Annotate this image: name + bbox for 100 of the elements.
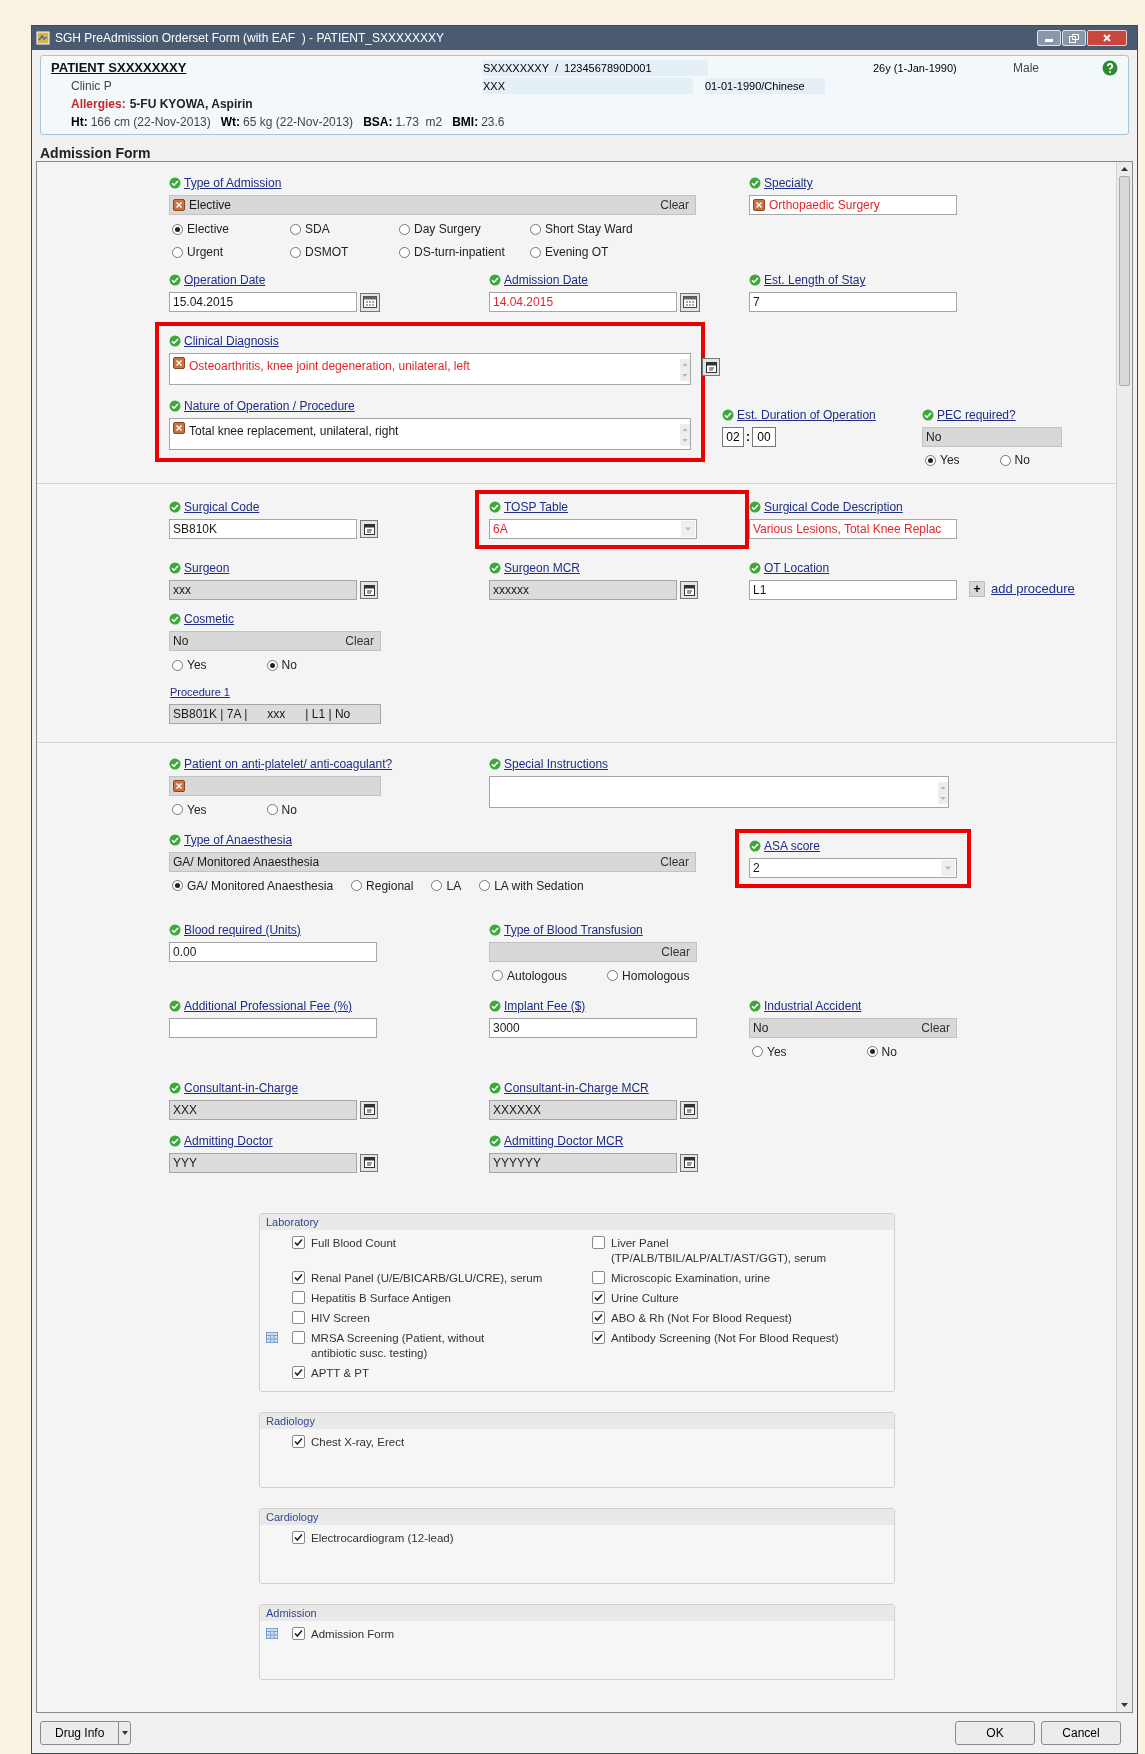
field-label[interactable]: OT Location xyxy=(764,559,830,577)
checkbox-label[interactable]: Renal Panel (U/E/BICARB/GLU/CRE), serum xyxy=(311,1270,543,1286)
clear-button[interactable]: Clear xyxy=(658,942,693,961)
text-area[interactable] xyxy=(489,775,949,808)
table-icon[interactable] xyxy=(266,1332,278,1343)
radio-button[interactable] xyxy=(399,223,410,235)
radio-button[interactable] xyxy=(607,970,619,981)
radio-button[interactable] xyxy=(492,970,503,981)
radio-label[interactable]: Homologous xyxy=(622,966,690,985)
radio-label[interactable]: Yes xyxy=(187,800,207,819)
select-field[interactable]: GA/ Monitored Anaesthesia Clear xyxy=(169,851,696,872)
checkbox-label[interactable]: MRSA Screening (Patient, without antibiotic susc. testing) xyxy=(311,1330,511,1361)
field-label[interactable]: Industrial Accident xyxy=(764,996,862,1015)
select-field[interactable]: No xyxy=(922,427,1062,447)
radio-label[interactable]: Autologous xyxy=(507,966,568,985)
scrollbar-thumb[interactable] xyxy=(1119,176,1130,386)
field-label[interactable]: Type of Anaesthesia xyxy=(184,830,293,849)
field-label[interactable]: Procedure 1 xyxy=(169,684,230,701)
checkbox-label[interactable]: Full Blood Count xyxy=(311,1235,397,1251)
hours-field[interactable]: 02 xyxy=(722,427,744,447)
field-label[interactable]: Admission Date xyxy=(504,271,589,289)
text-field[interactable]: L1 xyxy=(749,580,957,600)
radio-button[interactable] xyxy=(530,223,541,235)
field-label[interactable]: Clinical Diagnosis xyxy=(184,332,279,350)
date-field[interactable]: 14.04.2015 xyxy=(489,292,677,312)
radio-button[interactable] xyxy=(172,804,183,815)
checkbox[interactable] xyxy=(292,1235,305,1249)
field-label[interactable]: Type of Admission xyxy=(184,174,282,192)
add-procedure-link[interactable]: add procedure xyxy=(991,579,1075,599)
radio-label[interactable]: Yes xyxy=(187,656,207,674)
radio-button[interactable] xyxy=(290,223,301,235)
radio-button[interactable] xyxy=(172,659,183,671)
calendar-button[interactable] xyxy=(360,292,380,312)
radio-label[interactable]: GA/ Monitored Anaesthesia xyxy=(187,876,334,895)
radio-button[interactable] xyxy=(172,880,183,891)
checkbox-label[interactable]: Admission Form xyxy=(311,1626,395,1642)
field-label[interactable]: Surgical Code xyxy=(184,498,260,516)
field-label[interactable]: ASA score xyxy=(764,836,821,855)
field-label[interactable]: Est. Duration of Operation xyxy=(737,406,876,424)
field-label[interactable]: Additional Professional Fee (%) xyxy=(184,996,353,1015)
clear-button[interactable]: Clear xyxy=(657,852,692,871)
checkbox[interactable] xyxy=(592,1235,605,1249)
lookup-button[interactable] xyxy=(680,1153,698,1172)
select-field[interactable]: Clear xyxy=(489,941,697,962)
text-field[interactable]: XXX xyxy=(169,1099,357,1120)
lookup-button[interactable] xyxy=(360,1153,378,1172)
maximize-button[interactable] xyxy=(1062,30,1086,46)
checkbox[interactable] xyxy=(292,1365,305,1379)
text-field[interactable]: 3000 xyxy=(489,1017,697,1038)
lookup-button[interactable] xyxy=(360,1100,378,1119)
drug-info-button[interactable]: Drug Info xyxy=(40,1721,132,1745)
table-icon[interactable] xyxy=(266,1628,278,1639)
checkbox-label[interactable]: Antibody Screening (Not For Blood Request) xyxy=(611,1330,839,1346)
text-field[interactable]: 0.00 xyxy=(169,941,377,962)
radio-button[interactable] xyxy=(530,246,541,258)
field-label[interactable]: Surgical Code Description xyxy=(764,498,903,516)
radio-button[interactable] xyxy=(351,880,363,891)
radio-button[interactable] xyxy=(266,804,278,815)
select-field[interactable]: No Clear xyxy=(749,1017,957,1038)
radio-label[interactable]: DSMOT xyxy=(305,243,349,261)
checkbox[interactable] xyxy=(292,1330,305,1344)
field-label[interactable]: Patient on anti-platelet/ anti-coagulant? xyxy=(184,754,393,773)
text-area[interactable]: Osteoarthritis, knee joint degeneration, unilateral, left xyxy=(169,353,691,385)
add-button[interactable]: + xyxy=(969,580,985,597)
radio-label[interactable]: Elective xyxy=(187,220,230,238)
cancel-button[interactable]: Cancel xyxy=(1041,1721,1121,1745)
radio-label[interactable]: SDA xyxy=(305,220,330,238)
text-field[interactable] xyxy=(169,1017,377,1038)
radio-label[interactable]: LA xyxy=(446,876,462,895)
help-icon[interactable] xyxy=(1102,60,1118,76)
checkbox[interactable] xyxy=(292,1626,305,1640)
radio-button[interactable] xyxy=(172,246,183,258)
text-field[interactable]: 7 xyxy=(749,292,957,312)
field-label[interactable]: Type of Blood Transfusion xyxy=(504,920,643,939)
radio-button[interactable] xyxy=(925,454,936,466)
clear-button[interactable]: Clear xyxy=(918,1018,953,1037)
lookup-button[interactable] xyxy=(360,581,378,599)
lookup-button[interactable] xyxy=(680,1100,698,1119)
checkbox[interactable] xyxy=(292,1530,305,1544)
checkbox-label[interactable]: Hepatitis B Surface Antigen xyxy=(311,1290,451,1306)
radio-button[interactable] xyxy=(266,659,278,671)
minimize-button[interactable] xyxy=(1037,30,1061,46)
radio-label[interactable]: Yes xyxy=(940,451,960,469)
text-field[interactable]: Various Lesions, Total Knee Replac xyxy=(749,519,957,539)
select-field[interactable] xyxy=(169,775,381,796)
radio-label[interactable]: No xyxy=(281,656,297,674)
radio-button[interactable] xyxy=(431,880,443,891)
field-label[interactable]: Surgeon xyxy=(184,559,230,577)
field-label[interactable]: Special Instructions xyxy=(504,754,609,773)
radio-label[interactable]: LA with Sedation xyxy=(494,876,584,895)
radio-button[interactable] xyxy=(172,223,183,235)
field-label[interactable]: Specialty xyxy=(764,174,813,192)
field-label[interactable]: Consultant-in-Charge MCR xyxy=(504,1078,649,1097)
clear-button[interactable]: Clear xyxy=(342,632,377,650)
field-label[interactable]: Est. Length of Stay xyxy=(764,271,866,289)
radio-button[interactable] xyxy=(290,246,301,258)
checkbox-label[interactable]: Urine Culture xyxy=(611,1290,679,1306)
radio-label[interactable]: No xyxy=(881,1042,897,1061)
text-field[interactable]: SB810K xyxy=(169,519,357,539)
radio-button[interactable] xyxy=(399,246,410,258)
